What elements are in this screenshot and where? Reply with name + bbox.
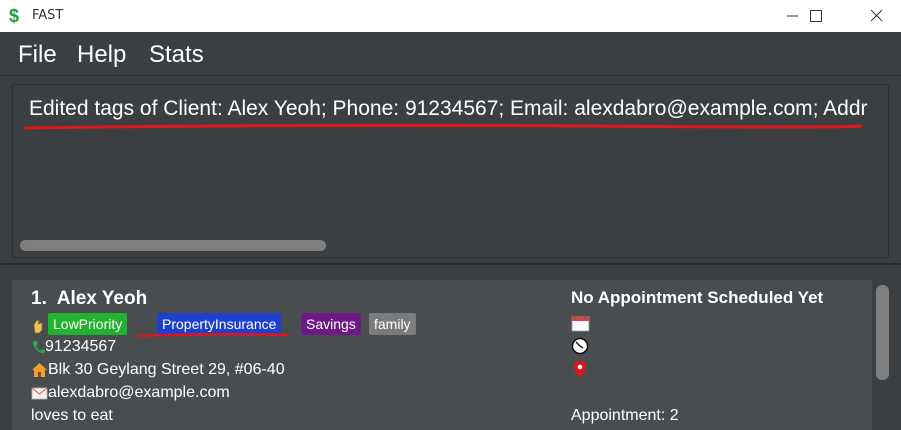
tag-savings: Savings	[301, 313, 361, 335]
phone-row: 91234567	[31, 338, 116, 356]
menu-file[interactable]: File	[18, 41, 57, 69]
person-remark: loves to eat	[31, 407, 113, 424]
dollar-icon: $	[9, 6, 20, 26]
hand-icon	[33, 319, 43, 334]
annotation-underline	[23, 123, 863, 130]
window-title: FAST	[32, 8, 64, 23]
person-name: 1. Alex Yeoh	[31, 288, 147, 310]
person-name-text: Alex Yeoh	[56, 288, 148, 309]
person-index: 1.	[31, 288, 47, 309]
location-pin-icon	[574, 361, 586, 378]
panel-divider	[0, 263, 901, 265]
clock-icon	[571, 337, 589, 355]
result-message: Edited tags of Client: Alex Yeoh; Phone:…	[29, 97, 868, 120]
list-scrollbar-thumb[interactable]	[876, 285, 889, 380]
result-display: Edited tags of Client: Alex Yeoh; Phone:…	[12, 84, 889, 258]
tag-family: family	[369, 313, 416, 335]
appointment-status: No Appointment Scheduled Yet	[571, 288, 824, 307]
maximize-button[interactable]	[793, 0, 839, 32]
title-bar: $ FAST	[0, 0, 901, 32]
person-email: alexdabro@example.com	[48, 384, 230, 401]
house-icon	[32, 362, 47, 377]
close-button[interactable]	[853, 0, 899, 32]
result-scrollbar[interactable]	[20, 240, 326, 251]
person-phone: 91234567	[45, 338, 117, 355]
menu-stats[interactable]: Stats	[149, 41, 204, 69]
tag-low-priority: LowPriority	[48, 313, 128, 335]
email-row: alexdabro@example.com	[31, 384, 230, 402]
close-icon	[870, 9, 883, 22]
person-card[interactable]: 1. Alex Yeoh LowPriority PropertyInsuran…	[12, 280, 872, 430]
phone-icon	[33, 340, 45, 353]
menu-help[interactable]: Help	[77, 41, 126, 69]
person-address: Blk 30 Geylang Street 29, #06-40	[48, 361, 285, 378]
maximize-icon	[810, 10, 822, 22]
calendar-icon	[571, 315, 590, 332]
annotation-underline-tag	[138, 332, 290, 338]
person-list: 1. Alex Yeoh LowPriority PropertyInsuran…	[0, 268, 901, 430]
appointment-count: Appointment: 2	[571, 407, 679, 424]
email-icon	[31, 387, 48, 400]
menu-bar: File Help Stats	[0, 32, 901, 76]
address-row: Blk 30 Geylang Street 29, #06-40	[31, 361, 285, 379]
